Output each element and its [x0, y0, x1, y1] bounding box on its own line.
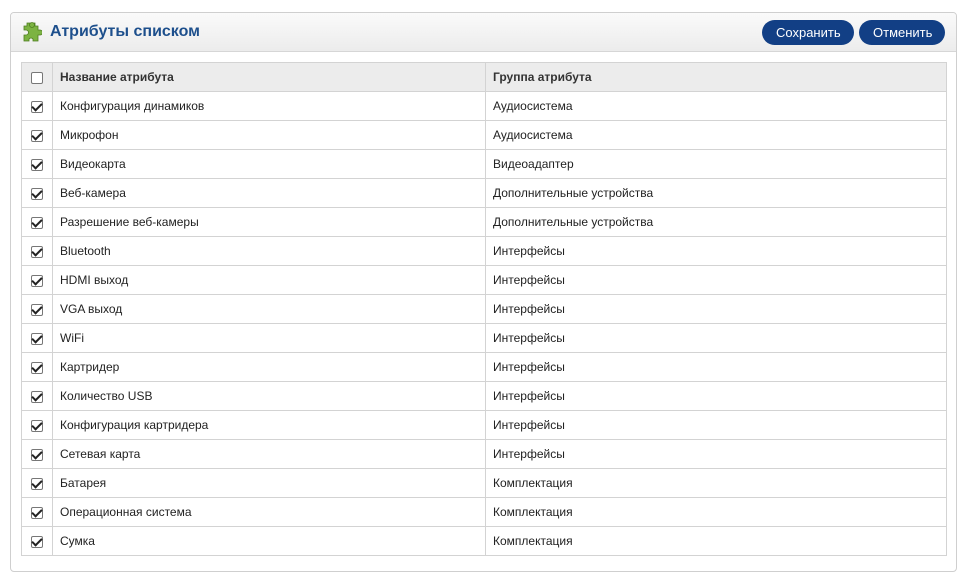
attribute-group-cell: Аудиосистема	[485, 120, 947, 150]
save-button[interactable]: Сохранить	[762, 20, 854, 45]
column-header-name[interactable]: Название атрибута	[52, 62, 486, 92]
row-checkbox-cell	[21, 468, 53, 498]
row-checkbox-cell	[21, 352, 53, 382]
row-checkbox[interactable]	[31, 361, 43, 374]
attribute-group-cell: Аудиосистема	[485, 91, 947, 121]
attribute-group-cell: Комплектация	[485, 468, 947, 498]
attribute-group-cell: Дополнительные устройства	[485, 178, 947, 208]
attribute-name-cell: VGA выход	[52, 294, 486, 324]
table-row[interactable]: Разрешение веб-камеры Дополнительные устр…	[21, 207, 947, 237]
table-row[interactable]: Видеокарта Видеоадаптер	[21, 149, 947, 179]
table-row[interactable]: Конфигурация динамиков Аудиосистема	[21, 91, 947, 121]
attribute-group-cell: Дополнительные устройства	[485, 207, 947, 237]
row-checkbox[interactable]	[31, 535, 43, 548]
attribute-name-cell: Конфигурация картридера	[52, 410, 486, 440]
row-checkbox[interactable]	[31, 303, 43, 316]
attributes-table: Название атрибута Группа атрибута Конфиг…	[21, 62, 947, 556]
attribute-name-cell: WiFi	[52, 323, 486, 353]
column-header-group[interactable]: Группа атрибута	[485, 62, 947, 92]
row-checkbox[interactable]	[31, 448, 43, 461]
table-row[interactable]: Операционная система Комплектация	[21, 497, 947, 527]
row-checkbox[interactable]	[31, 129, 43, 142]
attribute-name-cell: Видеокарта	[52, 149, 486, 179]
row-checkbox-cell	[21, 323, 53, 353]
row-checkbox-cell	[21, 178, 53, 208]
row-checkbox[interactable]	[31, 477, 43, 490]
attribute-group-cell: Видеоадаптер	[485, 149, 947, 179]
attribute-group-cell: Интерфейсы	[485, 381, 947, 411]
attribute-name-cell: Сетевая карта	[52, 439, 486, 469]
page-title: Атрибуты списком	[50, 23, 200, 40]
attributes-panel: Атрибуты списком Сохранить Отменить Назв…	[10, 12, 957, 572]
row-checkbox[interactable]	[31, 390, 43, 403]
row-checkbox-cell	[21, 236, 53, 266]
table-row[interactable]: Микрофон Аудиосистема	[21, 120, 947, 150]
attribute-name-cell: Количество USB	[52, 381, 486, 411]
row-checkbox[interactable]	[31, 332, 43, 345]
puzzle-icon	[23, 22, 42, 42]
select-all-cell	[21, 62, 53, 92]
attribute-group-cell: Интерфейсы	[485, 410, 947, 440]
table-row[interactable]: Веб-камера Дополнительные устройства	[21, 178, 947, 208]
attribute-group-cell: Интерфейсы	[485, 236, 947, 266]
row-checkbox[interactable]	[31, 187, 43, 200]
cancel-button[interactable]: Отменить	[859, 20, 945, 45]
attribute-name-cell: Картридер	[52, 352, 486, 382]
row-checkbox-cell	[21, 91, 53, 121]
table-row[interactable]: WiFi Интерфейсы	[21, 323, 947, 353]
attribute-group-cell: Интерфейсы	[485, 294, 947, 324]
row-checkbox-cell	[21, 439, 53, 469]
table-row[interactable]: HDMI выход Интерфейсы	[21, 265, 947, 295]
attribute-group-cell: Комплектация	[485, 497, 947, 527]
row-checkbox[interactable]	[31, 216, 43, 229]
row-checkbox[interactable]	[31, 419, 43, 432]
attribute-name-cell: Разрешение веб-камеры	[52, 207, 486, 237]
table-row[interactable]: VGA выход Интерфейсы	[21, 294, 947, 324]
table-row[interactable]: Сетевая карта Интерфейсы	[21, 439, 947, 469]
row-checkbox[interactable]	[31, 245, 43, 258]
attribute-name-cell: Сумка	[52, 526, 486, 556]
select-all-checkbox[interactable]	[31, 71, 43, 84]
table-row[interactable]: Сумка Комплектация	[21, 526, 947, 556]
attribute-group-cell: Комплектация	[485, 526, 947, 556]
attribute-name-cell: Веб-камера	[52, 178, 486, 208]
row-checkbox-cell	[21, 294, 53, 324]
attribute-group-cell: Интерфейсы	[485, 352, 947, 382]
row-checkbox[interactable]	[31, 100, 43, 113]
row-checkbox-cell	[21, 526, 53, 556]
attribute-name-cell: HDMI выход	[52, 265, 486, 295]
table-row[interactable]: Конфигурация картридера Интерфейсы	[21, 410, 947, 440]
row-checkbox-cell	[21, 120, 53, 150]
table-row[interactable]: Bluetooth Интерфейсы	[21, 236, 947, 266]
row-checkbox[interactable]	[31, 158, 43, 171]
row-checkbox-cell	[21, 149, 53, 179]
attribute-name-cell: Bluetooth	[52, 236, 486, 266]
attribute-name-cell: Батарея	[52, 468, 486, 498]
table-header-row: Название атрибута Группа атрибута	[21, 62, 947, 92]
row-checkbox[interactable]	[31, 274, 43, 287]
row-checkbox-cell	[21, 410, 53, 440]
attribute-name-cell: Операционная система	[52, 497, 486, 527]
row-checkbox-cell	[21, 497, 53, 527]
attribute-group-cell: Интерфейсы	[485, 265, 947, 295]
attribute-name-cell: Конфигурация динамиков	[52, 91, 486, 121]
table-row[interactable]: Количество USB Интерфейсы	[21, 381, 947, 411]
row-checkbox-cell	[21, 381, 53, 411]
panel-header: Атрибуты списком Сохранить Отменить	[11, 13, 956, 52]
table-row[interactable]: Картридер Интерфейсы	[21, 352, 947, 382]
row-checkbox[interactable]	[31, 506, 43, 519]
attribute-name-cell: Микрофон	[52, 120, 486, 150]
row-checkbox-cell	[21, 265, 53, 295]
attribute-group-cell: Интерфейсы	[485, 323, 947, 353]
table-row[interactable]: Батарея Комплектация	[21, 468, 947, 498]
attribute-group-cell: Интерфейсы	[485, 439, 947, 469]
row-checkbox-cell	[21, 207, 53, 237]
